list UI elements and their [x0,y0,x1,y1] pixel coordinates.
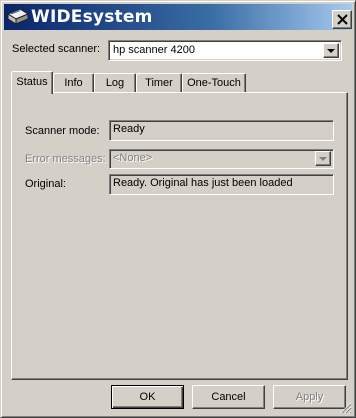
close-icon [337,14,348,25]
tab-info[interactable]: Info [53,73,94,93]
wide-system-window: WIDEsystem Selected scanner: hp scanner … [0,0,356,418]
close-button[interactable] [332,10,352,29]
ok-button[interactable]: OK [111,385,184,409]
original-field[interactable]: Ready. Original has just been loaded [109,174,334,195]
chevron-down-icon [327,49,335,53]
apply-button: Apply [273,385,346,409]
error-messages-select: <None> [109,149,334,169]
tab-log[interactable]: Log [94,73,136,93]
selected-scanner-label: Selected scanner: [12,43,101,55]
tab-timer[interactable]: Timer [136,73,182,93]
cancel-button[interactable]: Cancel [192,385,265,409]
original-label: Original: [25,178,66,190]
tab-info-label: Info [64,77,83,89]
tab-status[interactable]: Status [11,71,53,94]
error-messages-label: Error messages: [25,153,106,165]
scanner-mode-label: Scanner mode: [25,125,100,137]
tab-strip: Status Info Log Timer One-Touch [11,71,351,94]
tab-one-touch[interactable]: One-Touch [182,73,246,93]
tab-status-label: Status [16,76,48,88]
tab-timer-label: Timer [145,77,173,89]
error-messages-value: <None> [113,152,153,164]
scanner-select-value: hp scanner 4200 [113,44,195,56]
tab-log-label: Log [105,77,125,89]
tab-one-touch-label: One-Touch [187,77,241,89]
scanner-mode-field[interactable]: Ready [109,120,334,141]
scanner-dropdown-button[interactable] [323,43,339,58]
error-messages-dropdown-button [315,151,331,166]
title-bar[interactable]: WIDEsystem [4,4,352,30]
scanner-icon [7,8,29,25]
scanner-select[interactable]: hp scanner 4200 [108,40,342,61]
status-tab-panel: Scanner mode: Ready Error messages: <Non… [11,92,348,380]
window-title: WIDEsystem [31,7,153,27]
resize-grip-icon[interactable] [340,402,352,414]
chevron-down-icon [319,157,327,161]
